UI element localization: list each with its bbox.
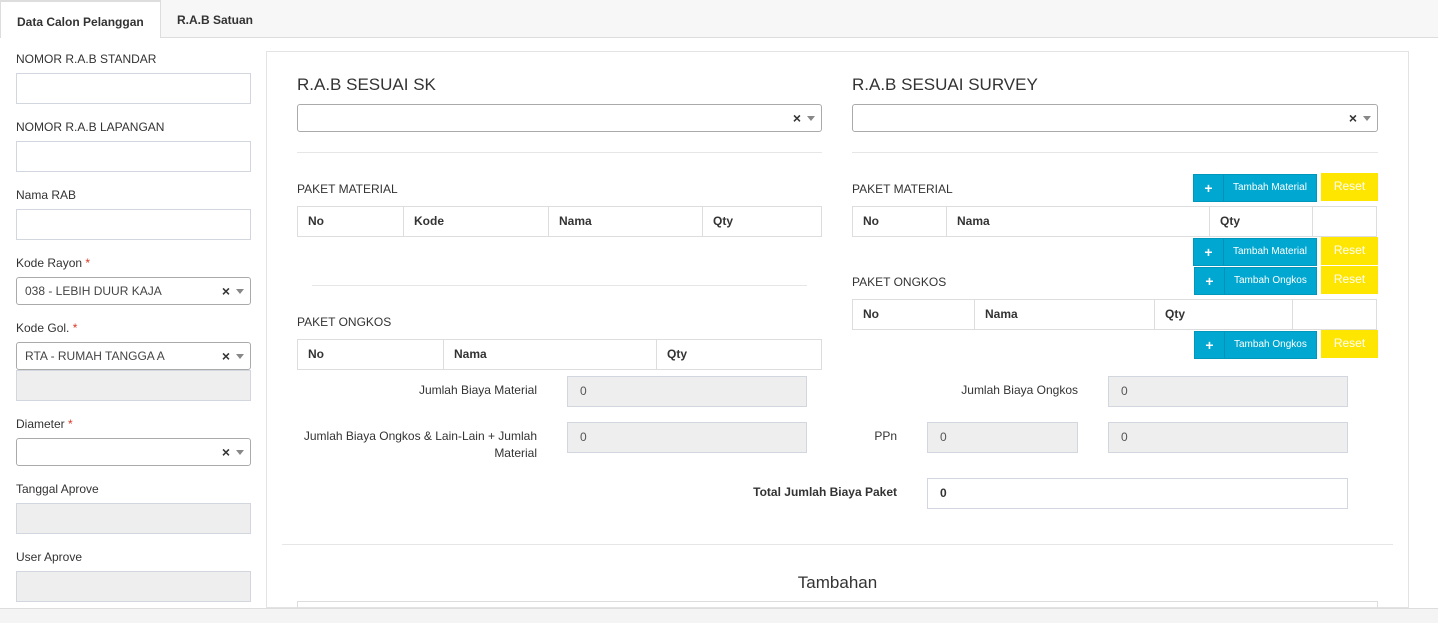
column-header: Qty [713, 214, 734, 228]
reset-material-button[interactable]: Reset [1321, 237, 1378, 265]
chevron-down-icon [236, 289, 244, 294]
ppn-label: PPn [874, 429, 897, 443]
tab-rab-satuan[interactable]: R.A.B Satuan [161, 0, 269, 38]
nama-rab-label: Nama RAB [16, 188, 77, 202]
survey-paket-material-title: PAKET MATERIAL [852, 182, 953, 196]
tanggal-aprove-field [16, 503, 251, 534]
button-label: Tambah Ongkos [1234, 339, 1307, 350]
column-header: Qty [667, 347, 688, 361]
user-aprove-field [16, 571, 251, 602]
total-jumlah-biaya-paket-field: 0 [927, 478, 1348, 509]
column-header: Qty [1210, 207, 1313, 236]
clear-icon[interactable]: × [1349, 105, 1357, 131]
tanggal-aprove-label: Tanggal Aprove [16, 482, 99, 496]
clear-icon[interactable]: × [222, 343, 230, 369]
kode-rayon-label: Kode Rayon * [16, 256, 90, 270]
jumlah-ongkos-lain-label: Jumlah Biaya Ongkos & Lain-Lain + Jumlah… [303, 429, 537, 460]
rab-sk-select[interactable]: × [297, 104, 822, 132]
sk-ongkos-table: No Nama Qty [297, 339, 822, 370]
tab-data-calon-pelanggan[interactable]: Data Calon Pelanggan [0, 0, 161, 39]
user-aprove-label: User Aprove [16, 550, 83, 564]
column-header: Nama [444, 340, 657, 369]
kode-gol-value: RTA - RUMAH TANGGA A [25, 349, 165, 363]
column-header: Qty [1155, 300, 1293, 329]
required-marker: * [85, 256, 91, 270]
column-header: No [853, 300, 975, 329]
kode-gol-select[interactable]: RTA - RUMAH TANGGA A × [16, 342, 251, 370]
nama-rab-input[interactable] [16, 209, 251, 240]
divider [312, 285, 807, 286]
rab-survey-title: R.A.B SESUAI SURVEY [852, 75, 1038, 94]
jumlah-biaya-material-label: Jumlah Biaya Material [418, 383, 537, 397]
diameter-label: Diameter * [16, 417, 73, 431]
nomor-rab-lapangan-label: NOMOR R.A.B LAPANGAN [16, 120, 165, 134]
diameter-select[interactable]: × [16, 438, 251, 466]
column-header: Nama [975, 300, 1155, 329]
nomor-rab-standar-label: NOMOR R.A.B STANDAR [16, 52, 157, 66]
required-marker: * [72, 321, 78, 335]
kode-rayon-select[interactable]: 038 - LEBIH DUUR KAJA × [16, 277, 251, 305]
column-header: Kode [404, 207, 549, 236]
clear-icon[interactable]: × [222, 439, 230, 465]
rab-sk-title: R.A.B SESUAI SK [297, 75, 436, 94]
rab-survey-select[interactable]: × [852, 104, 1378, 132]
tambah-material-button[interactable]: + Tambah Material [1193, 174, 1317, 202]
tambahan-title: Tambahan [797, 573, 878, 592]
sk-material-table: No Kode Nama Qty [297, 206, 822, 237]
reset-ongkos-button[interactable]: Reset [1321, 266, 1378, 294]
nomor-rab-lapangan-input[interactable] [16, 141, 251, 172]
ppn-amount-field: 0 [1108, 422, 1348, 453]
clear-icon[interactable]: × [793, 105, 801, 131]
column-header [1313, 207, 1376, 236]
jumlah-ongkos-lain-field: 0 [567, 422, 807, 453]
column-header: No [853, 207, 947, 236]
diameter-label-text: Diameter [16, 417, 65, 431]
plus-icon: + [1194, 239, 1224, 265]
tambah-ongkos-button[interactable]: + Tambah Ongkos [1194, 331, 1317, 359]
kode-rayon-label-text: Kode Rayon [16, 256, 83, 270]
ppn-rate-field: 0 [927, 422, 1078, 453]
jumlah-biaya-ongkos-label: Jumlah Biaya Ongkos [961, 383, 1078, 397]
chevron-down-icon [1363, 116, 1371, 121]
divider [297, 152, 822, 153]
jumlah-biaya-ongkos-field: 0 [1108, 376, 1348, 407]
sk-paket-ongkos-title: PAKET ONGKOS [297, 315, 392, 329]
plus-icon: + [1195, 268, 1225, 294]
survey-material-table: No Nama Qty [852, 206, 1377, 237]
kode-gol-label: Kode Gol. * [16, 321, 77, 335]
divider [282, 544, 1393, 545]
required-marker: * [68, 417, 73, 431]
tambah-ongkos-button[interactable]: + Tambah Ongkos [1194, 267, 1317, 295]
survey-paket-ongkos-title: PAKET ONGKOS [852, 275, 947, 289]
button-label: Tambah Material [1233, 246, 1307, 257]
button-label: Tambah Material [1233, 182, 1307, 193]
chevron-down-icon [236, 450, 244, 455]
kode-rayon-value: 038 - LEBIH DUUR KAJA [25, 284, 162, 298]
kode-gol-readonly-field [16, 370, 251, 401]
jumlah-biaya-material-field: 0 [567, 376, 807, 407]
reset-material-button[interactable]: Reset [1321, 173, 1378, 201]
sk-paket-material-title: PAKET MATERIAL [297, 182, 398, 196]
tab-bar: Data Calon Pelanggan R.A.B Satuan [0, 0, 1438, 39]
chevron-down-icon [807, 116, 815, 121]
clear-icon[interactable]: × [222, 278, 230, 304]
column-header: Nama [947, 207, 1210, 236]
page-footer-strip [0, 608, 1438, 623]
column-header: Nama [549, 207, 703, 236]
button-label: Tambah Ongkos [1234, 275, 1307, 286]
nomor-rab-standar-input[interactable] [16, 73, 251, 104]
column-header [1293, 300, 1376, 329]
kode-gol-label-text: Kode Gol. [16, 321, 70, 335]
reset-ongkos-button[interactable]: Reset [1321, 330, 1378, 358]
column-header: No [298, 340, 444, 369]
divider [852, 152, 1378, 153]
survey-ongkos-table: No Nama Qty [852, 299, 1377, 330]
column-header: No [298, 207, 404, 236]
plus-icon: + [1194, 175, 1224, 201]
tambah-material-button[interactable]: + Tambah Material [1193, 238, 1317, 266]
plus-icon: + [1195, 332, 1225, 358]
chevron-down-icon [236, 354, 244, 359]
total-jumlah-biaya-paket-label: Total Jumlah Biaya Paket [753, 485, 897, 499]
